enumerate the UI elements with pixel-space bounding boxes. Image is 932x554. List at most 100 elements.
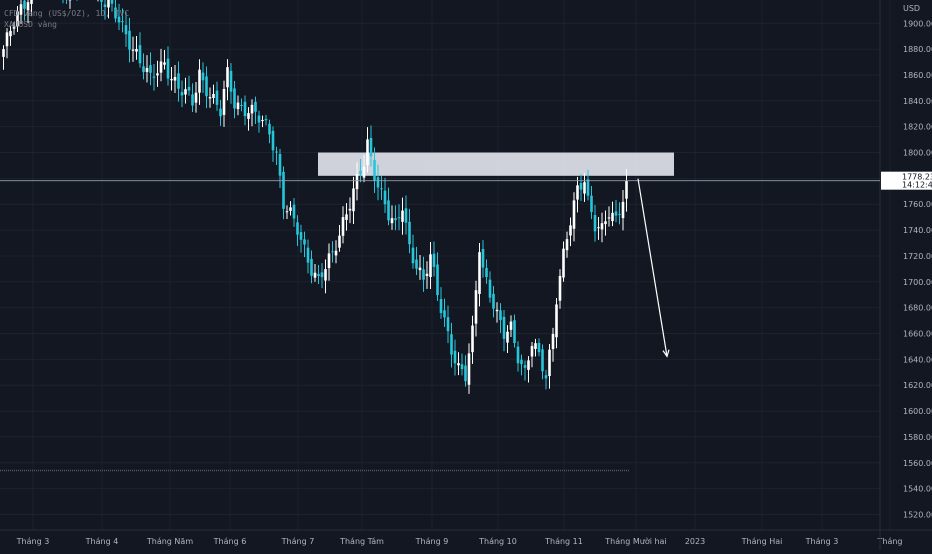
candle-body[interactable] [422, 269, 425, 279]
candle-body[interactable] [499, 310, 502, 320]
candle-body[interactable] [128, 31, 131, 50]
candle-body[interactable] [391, 218, 394, 223]
candle-body[interactable] [524, 365, 527, 368]
candle-body[interactable] [233, 88, 236, 108]
candle-body[interactable] [104, 4, 107, 7]
candle-body[interactable] [489, 280, 492, 298]
candle-body[interactable] [454, 351, 457, 364]
candle-body[interactable] [457, 363, 460, 365]
candle-body[interactable] [384, 191, 387, 205]
candle-body[interactable] [548, 350, 551, 376]
candle-body[interactable] [380, 188, 383, 189]
candle-body[interactable] [433, 254, 436, 267]
candle-body[interactable] [552, 334, 555, 349]
candle-body[interactable] [261, 120, 264, 121]
candle-body[interactable] [303, 239, 306, 244]
candle-body[interactable] [293, 205, 296, 219]
candle-body[interactable] [272, 131, 275, 150]
candle-body[interactable] [135, 49, 138, 52]
candle-body[interactable] [447, 317, 450, 331]
candle-body[interactable] [251, 105, 254, 114]
candle-body[interactable] [485, 268, 488, 277]
candle-body[interactable] [188, 87, 191, 91]
candle-body[interactable] [198, 70, 201, 93]
candle-body[interactable] [181, 92, 184, 95]
candle-body[interactable] [443, 310, 446, 317]
candle-body[interactable] [216, 91, 219, 105]
candle-body[interactable] [370, 138, 373, 156]
candle-body[interactable] [366, 139, 369, 165]
candle-body[interactable] [559, 276, 562, 301]
candle-body[interactable] [342, 217, 345, 236]
candle-body[interactable] [226, 67, 229, 87]
candle-body[interactable] [510, 322, 513, 330]
candle-body[interactable] [265, 119, 268, 120]
candle-body[interactable] [258, 116, 261, 123]
candle-body[interactable] [2, 49, 5, 57]
candle-body[interactable] [597, 227, 600, 228]
candle-body[interactable] [471, 326, 474, 353]
candle-body[interactable] [594, 215, 597, 231]
candle-body[interactable] [30, 0, 33, 4]
candle-body[interactable] [338, 236, 341, 248]
candle-body[interactable] [615, 211, 618, 215]
candle-body[interactable] [149, 65, 152, 73]
candle-body[interactable] [608, 217, 611, 218]
candle-body[interactable] [230, 71, 233, 92]
candle-body[interactable] [601, 223, 604, 229]
candle-body[interactable] [475, 290, 478, 323]
candle-body[interactable] [468, 353, 471, 384]
candle-body[interactable] [625, 181, 628, 199]
chart-canvas[interactable]: 1900.001880.001860.001840.001820.001800.… [0, 0, 932, 550]
candle-body[interactable] [531, 346, 534, 357]
candle-body[interactable] [545, 375, 548, 378]
candle-body[interactable] [268, 124, 271, 135]
candle-body[interactable] [359, 171, 362, 174]
candle-body[interactable] [300, 232, 303, 240]
candle-body[interactable] [387, 200, 390, 220]
candle-body[interactable] [538, 343, 541, 352]
candle-body[interactable] [461, 364, 464, 369]
candle-body[interactable] [401, 211, 404, 222]
candle-body[interactable] [331, 251, 334, 252]
candle-body[interactable] [412, 248, 415, 264]
candle-body[interactable] [492, 294, 495, 309]
candle-body[interactable] [100, 0, 103, 2]
candle-body[interactable] [282, 172, 285, 209]
candle-body[interactable] [275, 152, 278, 153]
candle-body[interactable] [177, 73, 180, 88]
candle-body[interactable] [191, 94, 194, 105]
candle-body[interactable] [450, 334, 453, 354]
candle-body[interactable] [482, 249, 485, 267]
candle-body[interactable] [534, 343, 537, 349]
candle-body[interactable] [240, 105, 243, 106]
candle-body[interactable] [513, 320, 516, 343]
candle-body[interactable] [247, 113, 250, 119]
candle-body[interactable] [611, 213, 614, 221]
candle-body[interactable] [419, 268, 422, 271]
candle-body[interactable] [363, 167, 366, 178]
candle-body[interactable] [286, 211, 289, 212]
candle-body[interactable] [398, 217, 401, 218]
candle-body[interactable] [156, 73, 159, 75]
candle-body[interactable] [573, 200, 576, 228]
candle-body[interactable] [426, 274, 429, 276]
candle-body[interactable] [527, 360, 530, 370]
candle-body[interactable] [576, 185, 579, 199]
candle-body[interactable] [254, 102, 257, 112]
candle-body[interactable] [174, 77, 177, 81]
candle-body[interactable] [587, 179, 590, 195]
candle-body[interactable] [167, 59, 170, 79]
candle-body[interactable] [566, 239, 569, 250]
candle-body[interactable] [328, 253, 331, 268]
candle-body[interactable] [405, 208, 408, 222]
candle-body[interactable] [6, 32, 9, 46]
candle-body[interactable] [237, 103, 240, 110]
candle-body[interactable] [569, 225, 572, 235]
candle-body[interactable] [244, 102, 247, 116]
candle-body[interactable] [219, 109, 222, 117]
candle-body[interactable] [209, 97, 212, 98]
candle-body[interactable] [279, 154, 282, 176]
candle-body[interactable] [604, 221, 607, 224]
candle-body[interactable] [503, 317, 506, 339]
